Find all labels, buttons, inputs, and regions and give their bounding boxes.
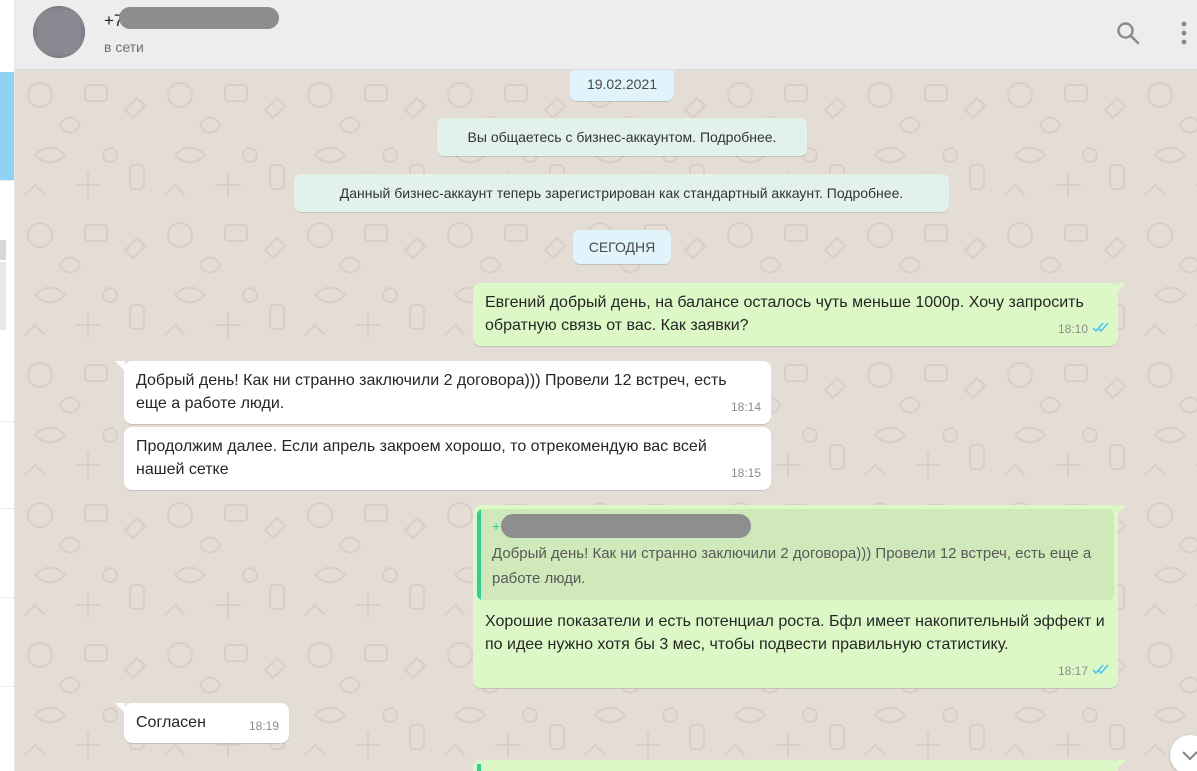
divider: [0, 686, 14, 687]
system-message[interactable]: Вы общаетесь с бизнес-аккаунтом. Подробн…: [437, 118, 807, 156]
divider: [0, 421, 14, 422]
message-time: 18:14: [730, 400, 761, 414]
incoming-message[interactable]: Добрый день! Как ни странно заключили 2 …: [124, 361, 771, 424]
bubble-tail: [115, 361, 125, 371]
chat-list-item-fragment[interactable]: [0, 240, 6, 260]
bubble-tail: [1116, 505, 1126, 515]
message-time: 18:15: [730, 466, 761, 480]
message-time: 18:19: [248, 719, 279, 733]
double-check-icon: [1092, 317, 1110, 340]
chat-list-edge: [0, 0, 15, 771]
quote-author: +: [492, 518, 501, 534]
incoming-message[interactable]: Согласен 18:19: [124, 703, 289, 743]
message-time: 18:17: [1057, 664, 1088, 678]
chat-pane[interactable]: 19.02.2021 Вы общаетесь с бизнес-аккаунт…: [15, 70, 1197, 771]
redacted-name-overlay: [501, 514, 751, 538]
quote-text: Добрый день! Как ни странно заключили 2 …: [492, 545, 1092, 587]
chevron-down-icon: [1182, 751, 1197, 761]
avatar[interactable]: [33, 6, 85, 58]
redacted-name-overlay: [119, 7, 279, 29]
divider: [0, 597, 14, 598]
date-separator: 19.02.2021: [570, 70, 674, 101]
bubble-tail: [115, 703, 125, 713]
divider: [0, 508, 14, 509]
quote-accent-bar: [477, 764, 481, 771]
chat-header[interactable]: +7 в сети: [15, 0, 1197, 70]
divider: [0, 180, 14, 181]
outgoing-message-partial[interactable]: [473, 760, 1118, 771]
search-icon[interactable]: [1115, 20, 1141, 46]
contact-status: в сети: [104, 39, 144, 55]
more-vert-icon[interactable]: [1179, 20, 1189, 46]
quote-accent-bar: [477, 509, 481, 600]
message-text: Евгений добрый день, на балансе осталось…: [485, 294, 1084, 334]
message-text: Продолжим далее. Если апрель закроем хор…: [136, 438, 707, 478]
outgoing-reply-message[interactable]: + Добрый день! Как ни странно заключили …: [473, 505, 1118, 688]
message-text: Добрый день! Как ни странно заключили 2 …: [136, 372, 727, 412]
selected-chat-highlight[interactable]: [0, 72, 14, 180]
scroll-down-button[interactable]: [1170, 735, 1197, 771]
message-text: Хорошие показатели и есть потенциал рост…: [485, 613, 1105, 653]
chat-list-item-fragment[interactable]: [0, 262, 6, 330]
bubble-tail: [1116, 760, 1126, 770]
double-check-icon: [1092, 659, 1110, 682]
message-time: 18:10: [1057, 322, 1088, 336]
quoted-message[interactable]: + Добрый день! Как ни странно заключили …: [477, 509, 1114, 600]
bubble-tail: [1116, 283, 1126, 293]
system-message[interactable]: Данный бизнес-аккаунт теперь зарегистрир…: [294, 174, 949, 212]
today-separator: СЕГОДНЯ: [573, 230, 671, 264]
outgoing-message[interactable]: Евгений добрый день, на балансе осталось…: [473, 283, 1118, 346]
incoming-message[interactable]: Продолжим далее. Если апрель закроем хор…: [124, 427, 771, 490]
